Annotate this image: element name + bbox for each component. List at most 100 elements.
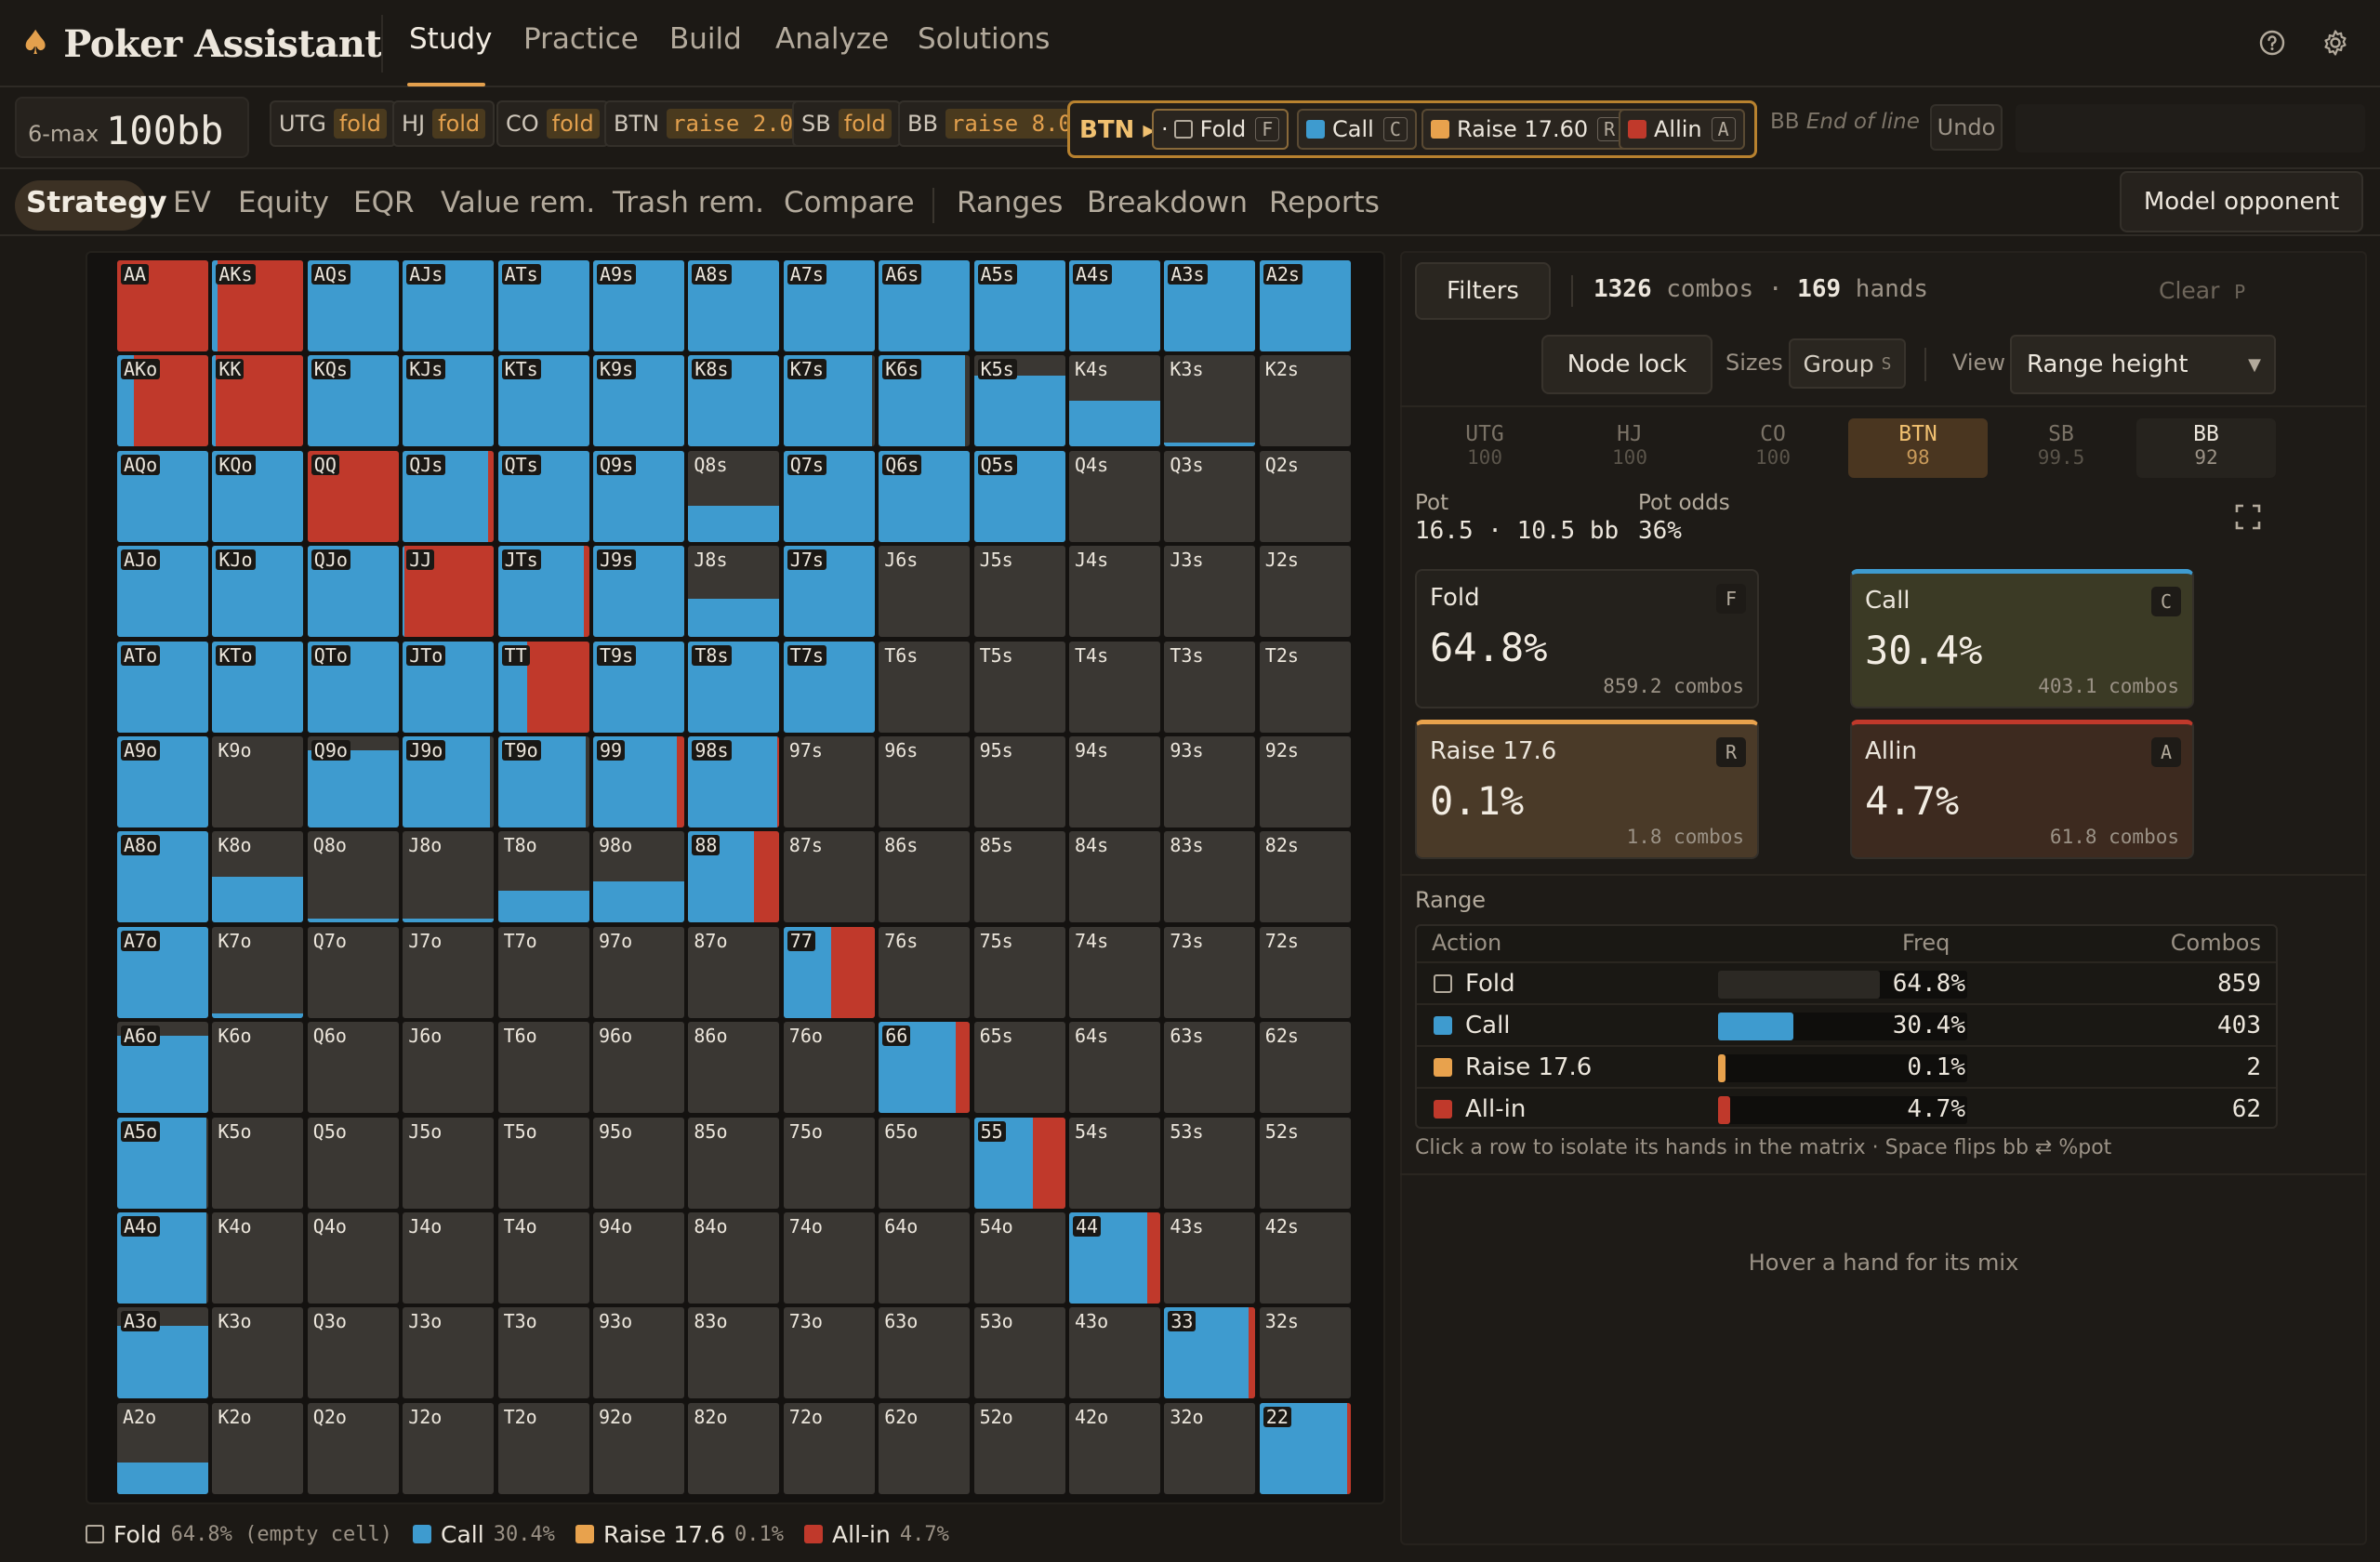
hand-cell-KJo[interactable]: KJo <box>212 546 304 638</box>
hand-cell-J3o[interactable]: J3o <box>403 1307 495 1399</box>
hand-cell-T6o[interactable]: T6o <box>497 1022 589 1114</box>
hand-cell-JJ[interactable]: JJ <box>403 546 495 638</box>
hand-cell-83o[interactable]: 83o <box>688 1307 780 1399</box>
hand-cell-Q3o[interactable]: Q3o <box>307 1307 399 1399</box>
hand-cell-76s[interactable]: 76s <box>879 926 971 1018</box>
hand-cell-Q9o[interactable]: Q9o <box>307 736 399 827</box>
node-lock-button[interactable]: Node lock <box>1541 335 1712 394</box>
hand-cell-54s[interactable]: 54s <box>1069 1117 1160 1209</box>
hand-cell-KQs[interactable]: KQs <box>307 355 399 447</box>
subtab-equity[interactable]: Equity <box>238 186 329 219</box>
hand-cell-J3s[interactable]: J3s <box>1164 546 1256 638</box>
hand-cell-QQ[interactable]: QQ <box>307 450 399 542</box>
hand-cell-73o[interactable]: 73o <box>783 1307 875 1399</box>
hand-cell-53o[interactable]: 53o <box>973 1307 1065 1399</box>
action-card-fold[interactable]: Fold F 64.8% 859.2 combos <box>1415 569 1759 708</box>
hand-cell-A3o[interactable]: A3o <box>117 1307 208 1399</box>
history-chip-co[interactable]: CO fold <box>496 100 609 147</box>
hand-cell-66[interactable]: 66 <box>879 1022 971 1114</box>
subtab-eqr[interactable]: EQR <box>353 186 415 219</box>
hand-cell-JTo[interactable]: JTo <box>403 641 495 733</box>
hand-cell-KK[interactable]: KK <box>212 355 304 447</box>
hand-cell-88[interactable]: 88 <box>688 831 780 923</box>
hand-cell-Q2s[interactable]: Q2s <box>1259 450 1351 542</box>
hand-cell-62s[interactable]: 62s <box>1259 1022 1351 1114</box>
undo-button[interactable]: Undo <box>1930 104 2003 151</box>
hand-cell-QTo[interactable]: QTo <box>307 641 399 733</box>
hand-cell-T4s[interactable]: T4s <box>1069 641 1160 733</box>
hand-cell-72s[interactable]: 72s <box>1259 926 1351 1018</box>
hand-cell-A4o[interactable]: A4o <box>117 1212 208 1304</box>
hand-cell-65s[interactable]: 65s <box>973 1022 1065 1114</box>
hand-cell-Q6s[interactable]: Q6s <box>879 450 971 542</box>
hand-cell-62o[interactable]: 62o <box>879 1402 971 1494</box>
hand-cell-77[interactable]: 77 <box>783 926 875 1018</box>
hand-cell-52o[interactable]: 52o <box>973 1402 1065 1494</box>
hand-cell-AQs[interactable]: AQs <box>307 260 399 351</box>
hand-cell-AKo[interactable]: AKo <box>117 355 208 447</box>
hand-cell-94o[interactable]: 94o <box>593 1212 684 1304</box>
hand-cell-Q5s[interactable]: Q5s <box>973 450 1065 542</box>
range-row-raise[interactable]: Raise 17.6 0.1% 2 <box>1417 1045 2276 1086</box>
range-row-fold[interactable]: Fold 64.8% 859 <box>1417 961 2276 1002</box>
fold-button[interactable]: · Fold F <box>1152 109 1289 150</box>
hand-cell-83s[interactable]: 83s <box>1164 831 1256 923</box>
hand-cell-64o[interactable]: 64o <box>879 1212 971 1304</box>
hand-cell-A3s[interactable]: A3s <box>1164 260 1256 351</box>
hand-cell-A6s[interactable]: A6s <box>879 260 971 351</box>
hand-cell-87o[interactable]: 87o <box>688 926 780 1018</box>
history-chip-btn[interactable]: BTN raise 2.00 <box>604 100 822 147</box>
hand-cell-86s[interactable]: 86s <box>879 831 971 923</box>
hand-cell-65o[interactable]: 65o <box>879 1117 971 1209</box>
hand-cell-J9s[interactable]: J9s <box>593 546 684 638</box>
hand-cell-T4o[interactable]: T4o <box>497 1212 589 1304</box>
hand-cell-K2o[interactable]: K2o <box>212 1402 304 1494</box>
hand-cell-QJo[interactable]: QJo <box>307 546 399 638</box>
hand-cell-K7s[interactable]: K7s <box>783 355 875 447</box>
hand-cell-T9o[interactable]: T9o <box>497 736 589 827</box>
seat-bb[interactable]: BB 92 <box>2136 418 2276 478</box>
hand-cell-J5o[interactable]: J5o <box>403 1117 495 1209</box>
hand-cell-T3o[interactable]: T3o <box>497 1307 589 1399</box>
hand-cell-KTs[interactable]: KTs <box>497 355 589 447</box>
hand-cell-44[interactable]: 44 <box>1069 1212 1160 1304</box>
hand-cell-AJs[interactable]: AJs <box>403 260 495 351</box>
hand-cell-72o[interactable]: 72o <box>783 1402 875 1494</box>
hand-cell-82s[interactable]: 82s <box>1259 831 1351 923</box>
hand-cell-85s[interactable]: 85s <box>973 831 1065 923</box>
hand-cell-J6s[interactable]: J6s <box>879 546 971 638</box>
hand-cell-J6o[interactable]: J6o <box>403 1022 495 1114</box>
hand-cell-T5o[interactable]: T5o <box>497 1117 589 1209</box>
hand-cell-55[interactable]: 55 <box>973 1117 1065 1209</box>
hand-cell-97s[interactable]: 97s <box>783 736 875 827</box>
nav-tab-solutions[interactable]: Solutions <box>918 22 1050 56</box>
subtab-reports[interactable]: Reports <box>1269 186 1380 219</box>
history-chip-sb[interactable]: SB fold <box>792 100 901 147</box>
hand-cell-96s[interactable]: 96s <box>879 736 971 827</box>
hand-cell-74s[interactable]: 74s <box>1069 926 1160 1018</box>
hand-cell-A7s[interactable]: A7s <box>783 260 875 351</box>
hand-cell-K4s[interactable]: K4s <box>1069 355 1160 447</box>
hand-cell-63s[interactable]: 63s <box>1164 1022 1256 1114</box>
hand-cell-J2o[interactable]: J2o <box>403 1402 495 1494</box>
hand-cell-J5s[interactable]: J5s <box>973 546 1065 638</box>
hand-cell-AQo[interactable]: AQo <box>117 450 208 542</box>
hand-cell-75s[interactable]: 75s <box>973 926 1065 1018</box>
hand-cell-T7o[interactable]: T7o <box>497 926 589 1018</box>
hand-cell-KTo[interactable]: KTo <box>212 641 304 733</box>
hand-cell-A9o[interactable]: A9o <box>117 736 208 827</box>
hand-cell-A8o[interactable]: A8o <box>117 831 208 923</box>
hand-cell-Q6o[interactable]: Q6o <box>307 1022 399 1114</box>
range-row-allin[interactable]: All-in 4.7% 62 <box>1417 1087 2276 1128</box>
hand-matrix[interactable]: AA AKs AQs AJs ATs A9s A8s A7s A6s A5s A4s A3s A2s AK… <box>117 260 1355 1497</box>
nav-tab-build[interactable]: Build <box>669 22 742 56</box>
hand-cell-T9s[interactable]: T9s <box>593 641 684 733</box>
allin-button[interactable]: Allin A <box>1619 109 1745 150</box>
hand-cell-A6o[interactable]: A6o <box>117 1022 208 1114</box>
hand-cell-43s[interactable]: 43s <box>1164 1212 1256 1304</box>
hand-cell-53s[interactable]: 53s <box>1164 1117 1256 1209</box>
app-logo[interactable]: ♠ Poker Assistant <box>20 20 382 67</box>
hand-cell-K8o[interactable]: K8o <box>212 831 304 923</box>
hand-cell-TT[interactable]: TT <box>497 641 589 733</box>
hand-cell-74o[interactable]: 74o <box>783 1212 875 1304</box>
